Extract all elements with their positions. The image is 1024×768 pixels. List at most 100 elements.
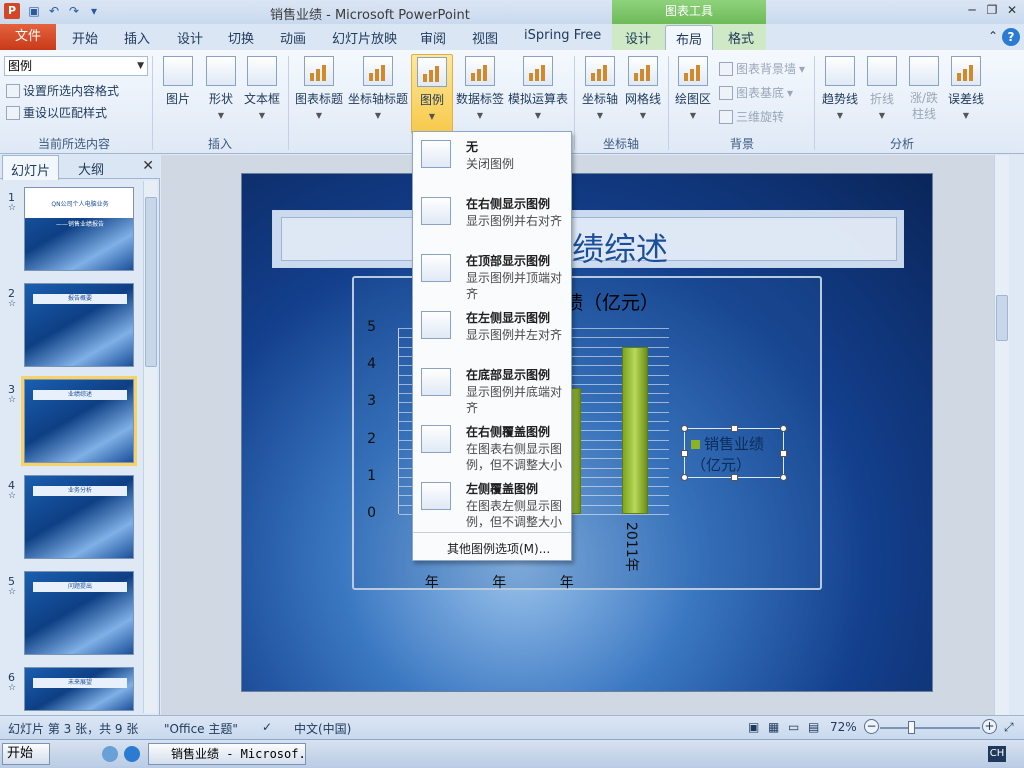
- start-button[interactable]: 开始: [2, 743, 50, 765]
- tab-animations[interactable]: 动画: [280, 28, 306, 47]
- customize-qat-icon[interactable]: ▾: [86, 3, 102, 19]
- slide-sorter-icon[interactable]: ▦: [768, 720, 779, 734]
- zoom-in-icon[interactable]: +: [982, 719, 997, 734]
- quicklaunch-icon[interactable]: [102, 746, 118, 762]
- tab-outline[interactable]: 大纲: [78, 159, 104, 178]
- minimize-icon[interactable]: ─: [964, 2, 980, 18]
- tab-ispring[interactable]: iSpring Free: [524, 28, 601, 43]
- data-labels-button[interactable]: 数据标签 ▼: [455, 56, 505, 120]
- theme-name[interactable]: "Office 主题": [164, 720, 238, 737]
- x-tick-label: 年: [424, 575, 439, 591]
- tab-design[interactable]: 设计: [177, 28, 203, 47]
- resize-handle[interactable]: [681, 450, 688, 457]
- tab-format[interactable]: 格式: [728, 28, 754, 47]
- axis-titles-button[interactable]: 坐标轴标题 ▼: [347, 56, 409, 120]
- format-selection-button[interactable]: 设置所选内容格式: [6, 82, 119, 99]
- reading-view-icon[interactable]: ▭: [788, 720, 799, 734]
- slides-scrollbar[interactable]: [143, 181, 157, 713]
- tab-file[interactable]: 文件: [0, 24, 56, 50]
- reset-style-button[interactable]: 重设以匹配样式: [6, 104, 107, 121]
- menu-item-title: 在顶部显示图例: [466, 254, 551, 268]
- menu-item-legend-top[interactable]: 在顶部显示图例 显示图例并顶端对齐: [413, 246, 571, 303]
- slide-thumbnail[interactable]: 业务分析: [24, 475, 134, 559]
- updown-bars-button[interactable]: 涨/跌 柱线: [904, 56, 944, 122]
- normal-view-icon[interactable]: ▣: [748, 720, 759, 734]
- slideshow-icon[interactable]: ▤: [808, 720, 819, 734]
- resize-handle[interactable]: [681, 425, 688, 432]
- axes-button[interactable]: 坐标轴 ▼: [580, 56, 620, 120]
- 3d-rotation-button[interactable]: 三维旋转: [719, 108, 784, 125]
- zoom-slider[interactable]: [880, 727, 980, 729]
- slide-thumbnail[interactable]: QN公司个人电脑业务 ——销售业绩报告: [24, 187, 134, 271]
- data-table-button[interactable]: 模拟运算表 ▼: [507, 56, 569, 120]
- plot-area-button[interactable]: 绘图区 ▼: [673, 56, 713, 120]
- menu-item-legend-right[interactable]: 在右侧显示图例 显示图例并右对齐: [413, 189, 571, 246]
- tab-layout[interactable]: 布局: [665, 25, 714, 50]
- fit-window-icon[interactable]: ⤢: [1004, 720, 1014, 735]
- slides-scrollbar-thumb[interactable]: [145, 197, 157, 367]
- resize-handle[interactable]: [780, 425, 787, 432]
- insert-picture-button[interactable]: 图片: [160, 56, 196, 107]
- save-icon[interactable]: ▣: [26, 3, 42, 19]
- menu-item-legend-overlay-left[interactable]: 左侧覆盖图例 在图表左侧显示图例，但不调整大小: [413, 474, 571, 531]
- redo-icon[interactable]: ↷: [66, 3, 82, 19]
- lines-button[interactable]: 折线 ▼: [864, 56, 900, 120]
- menu-item-legend-overlay-right[interactable]: 在右侧覆盖图例 在图表右侧显示图例，但不调整大小: [413, 417, 571, 474]
- powerpoint-icon[interactable]: P: [4, 3, 20, 19]
- zoom-slider-knob[interactable]: [908, 721, 915, 734]
- insert-textbox-button[interactable]: 文本框 ▼: [242, 56, 282, 120]
- resize-handle[interactable]: [731, 474, 738, 481]
- slide-thumbnail[interactable]: 报告概要: [24, 283, 134, 367]
- tab-review[interactable]: 审阅: [420, 28, 446, 47]
- zoom-level[interactable]: 72%: [830, 720, 857, 734]
- tab-transitions[interactable]: 切换: [228, 28, 254, 47]
- slide-title-placeholder[interactable]: 绩综述: [281, 217, 897, 268]
- error-bars-button[interactable]: 误差线 ▼: [946, 56, 986, 120]
- resize-handle[interactable]: [681, 474, 688, 481]
- close-icon[interactable]: ✕: [1004, 2, 1020, 18]
- spellcheck-icon[interactable]: ✓: [262, 720, 272, 734]
- resize-handle[interactable]: [780, 450, 787, 457]
- more-legend-options[interactable]: 其他图例选项(M)...: [447, 540, 550, 557]
- resize-handle[interactable]: [780, 474, 787, 481]
- ime-indicator[interactable]: CH: [988, 746, 1006, 762]
- language[interactable]: 中文(中国): [294, 720, 351, 737]
- collapse-ribbon-icon[interactable]: ⌃: [988, 29, 998, 43]
- axis-titles-icon: [363, 56, 393, 86]
- chart-floor-button[interactable]: 图表基底 ▾: [719, 84, 793, 101]
- zoom-out-icon[interactable]: −: [864, 719, 879, 734]
- slide-vertical-scrollbar[interactable]: [994, 155, 1009, 715]
- slide-thumbnail[interactable]: 问题提出: [24, 571, 134, 655]
- tab-home[interactable]: 开始: [72, 28, 98, 47]
- current-slide[interactable]: 绩综述 绩（亿元） 0 1 2 3 4 5 年 年 年 2011年 销售业绩（亿元）: [241, 173, 933, 692]
- slide-thumbnail-selected[interactable]: 业绩综述: [21, 376, 137, 466]
- menu-item-title: 左侧覆盖图例: [466, 482, 539, 496]
- trendline-button[interactable]: 趋势线 ▼: [820, 56, 860, 120]
- tab-slides[interactable]: 幻灯片: [2, 155, 60, 180]
- help-icon[interactable]: ?: [1002, 28, 1020, 46]
- chart-title-button[interactable]: 图表标题 ▼: [293, 56, 345, 120]
- browser-icon[interactable]: [124, 746, 140, 762]
- chart-element-select[interactable]: 图例 ▼: [4, 56, 148, 76]
- close-icon[interactable]: ✕: [142, 158, 154, 174]
- chart-wall-button[interactable]: 图表背景墙 ▾: [719, 60, 805, 77]
- gridlines-button[interactable]: 网格线 ▼: [622, 56, 664, 120]
- slide-thumbnail[interactable]: 未来展望: [24, 667, 134, 711]
- tab-insert[interactable]: 插入: [124, 28, 150, 47]
- resize-handle[interactable]: [731, 425, 738, 432]
- menu-item-legend-none[interactable]: 无 关闭图例: [413, 132, 571, 189]
- taskbar-powerpoint-window[interactable]: 销售业绩 - Microsof...: [148, 743, 306, 765]
- chart-legend[interactable]: 销售业绩（亿元）: [681, 425, 787, 481]
- slide-scrollbar-thumb[interactable]: [996, 295, 1008, 341]
- restore-icon[interactable]: ❐: [984, 2, 1000, 18]
- tab-view[interactable]: 视图: [472, 28, 498, 47]
- chart-title[interactable]: 绩（亿元）: [564, 288, 659, 315]
- chart-bar[interactable]: [622, 346, 649, 514]
- legend-button[interactable]: 图例 ▼: [411, 54, 453, 134]
- tab-slideshow[interactable]: 幻灯片放映: [332, 28, 397, 47]
- menu-item-legend-bottom[interactable]: 在底部显示图例 显示图例并底端对齐: [413, 360, 571, 417]
- undo-icon[interactable]: ↶: [46, 3, 62, 19]
- menu-item-legend-left[interactable]: 在左侧显示图例 显示图例并左对齐: [413, 303, 571, 360]
- insert-shapes-button[interactable]: 形状 ▼: [203, 56, 239, 120]
- tab-chart-design[interactable]: 设计: [625, 28, 651, 47]
